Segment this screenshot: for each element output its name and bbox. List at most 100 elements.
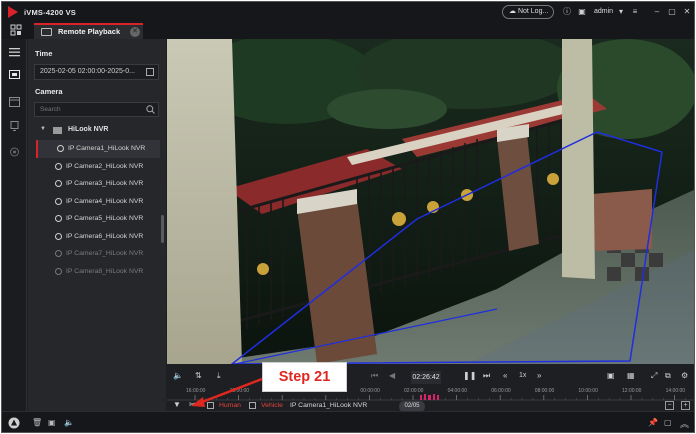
image-icon[interactable]: ▣	[577, 7, 587, 17]
step-callout: Step 21	[262, 362, 347, 392]
window-restore-icon[interactable]: ▢	[664, 418, 672, 427]
next-frame-icon[interactable]: ⏭	[483, 371, 490, 381]
filter-icon[interactable]: ▼	[173, 400, 181, 409]
login-status-button[interactable]: ☁ Not Log...	[502, 5, 554, 19]
tab-remote-playback[interactable]: Remote Playback ✕	[34, 23, 143, 39]
app-title: iVMS-4200 VS	[24, 8, 77, 17]
camera-name: IP Camera4_HiLook NVR	[66, 197, 144, 205]
caret-down-icon[interactable]: ▼	[40, 126, 46, 132]
camera-name: IP Camera2_HiLook NVR	[66, 162, 144, 170]
nvr-tree-node[interactable]: ▼ HiLook NVR	[40, 125, 160, 139]
left-rail	[2, 39, 27, 411]
camera-section-title: Camera	[35, 87, 63, 96]
timeline-bar[interactable]: 16:00:0018:00:0020:00:0022:00:0000:00:00…	[167, 386, 694, 402]
maximize-icon[interactable]: ▢	[667, 7, 677, 17]
camera-item[interactable]: IP Camera3_HiLook NVR	[36, 175, 160, 193]
tick-marks	[194, 395, 686, 400]
camera-name: IP Camera5_HiLook NVR	[66, 215, 144, 222]
fullscreen-icon[interactable]: ⤢	[651, 371, 657, 381]
tick-label: 18:00:00	[229, 388, 250, 394]
camera-item[interactable]: IP Camera8_HiLook NVR	[36, 263, 160, 281]
camera-icon	[55, 162, 62, 170]
camera-item[interactable]: IP Camera7_HiLook NVR	[36, 245, 160, 263]
settings-icon[interactable]: ⚙	[681, 371, 688, 380]
camera-name: IP Camera3_HiLook NVR	[66, 180, 144, 187]
hamburger-icon[interactable]	[9, 47, 20, 57]
adjust-icon[interactable]: ⇅	[195, 371, 202, 380]
speed-label[interactable]: 1x	[519, 372, 526, 379]
list-scrollbar[interactable]	[161, 215, 164, 243]
pin-icon[interactable]: 📌	[648, 418, 658, 427]
status-bar: 🗑 ▣ 🔈 📌 ▢ ︽	[2, 411, 694, 432]
tick-label: 14:00:00	[665, 388, 686, 394]
vehicle-checkbox[interactable]	[249, 402, 256, 409]
camera-item[interactable]: IP Camera1_HiLook NVR	[36, 140, 160, 158]
tick-label: 16:00:00	[186, 388, 206, 394]
minimize-icon[interactable]: –	[652, 7, 662, 17]
close-icon[interactable]: ✕	[682, 7, 692, 17]
split-screen-icon[interactable]: ▦	[627, 371, 635, 380]
camera-icon	[55, 215, 62, 222]
camera-icon	[55, 267, 62, 275]
layout-icon[interactable]: ▣	[607, 371, 615, 380]
tab-close-icon[interactable]: ✕	[130, 27, 140, 37]
zoom-out-icon[interactable]: −	[665, 401, 674, 410]
resource-panel: Time 2025-02-05 02:00:00-2025-0... Camer…	[28, 39, 166, 411]
video-playback-window[interactable]	[167, 39, 694, 364]
trash-icon[interactable]: 🗑	[32, 418, 42, 427]
camera-search-input[interactable]	[34, 102, 159, 117]
camera-name: IP Camera7_HiLook NVR	[66, 250, 144, 257]
filter-row: ▼ ✂ Human Vehicle IP Camera1_HiLook NVR …	[167, 400, 694, 412]
nvr-icon	[53, 127, 62, 134]
playback-rail-icon[interactable]	[9, 70, 20, 80]
camera-icon	[55, 232, 62, 240]
cloud-icon: ☁	[509, 8, 518, 15]
chevron-down-icon[interactable]: ▾	[616, 7, 626, 17]
camera-name: IP Camera8_HiLook NVR	[66, 267, 144, 275]
tick-label: 10:00:00	[578, 388, 598, 394]
login-status-text: Not Log...	[517, 8, 549, 15]
volume-icon[interactable]: 🔈	[173, 371, 183, 380]
image-icon[interactable]: ▣	[48, 418, 56, 427]
camera-list: IP Camera1_HiLook NVR IP Camera2_HiLook N…	[36, 140, 160, 280]
camera-item[interactable]: IP Camera2_HiLook NVR	[36, 158, 160, 176]
app-window: iVMS-4200 VS ☁ Not Log... ⓘ ▣ admin ▾ ≡ …	[1, 1, 695, 433]
slow-icon[interactable]: ◀	[389, 371, 395, 380]
user-menu[interactable]: admin	[594, 8, 613, 15]
time-range-field[interactable]: 2025-02-05 02:00:00-2025-0...	[34, 64, 159, 80]
time-range-value: 2025-02-05 02:00:00-2025-0...	[40, 68, 135, 75]
tick-label: 04:00:00	[447, 388, 468, 394]
settings-rail-icon[interactable]	[9, 147, 20, 157]
calendar-icon[interactable]	[146, 68, 154, 76]
camera-item[interactable]: IP Camera4_HiLook NVR	[36, 193, 160, 211]
alarm-warning-icon[interactable]	[8, 417, 20, 429]
camera-item[interactable]: IP Camera6_HiLook NVR	[36, 228, 160, 246]
selected-camera-label: IP Camera1_HiLook NVR	[290, 402, 368, 409]
rewind-icon[interactable]: «	[503, 371, 507, 380]
menu-icon[interactable]: ≡	[630, 7, 640, 17]
download-icon[interactable]: ⤓	[217, 371, 221, 381]
time-section-title: Time	[35, 49, 53, 58]
current-time: 02:26:42	[411, 371, 441, 384]
expand-up-icon[interactable]: ︽	[680, 417, 689, 430]
speaker-icon[interactable]: 🔈	[64, 418, 74, 427]
camera-icon	[55, 197, 62, 205]
info-icon[interactable]: ⓘ	[562, 7, 572, 17]
fast-forward-icon[interactable]: »	[537, 371, 541, 380]
clip-scissors-icon[interactable]: ✂	[189, 400, 196, 409]
camera-item[interactable]: IP Camera5_HiLook NVR	[36, 210, 160, 228]
title-bar: iVMS-4200 VS ☁ Not Log... ⓘ ▣ admin ▾ ≡ …	[2, 2, 694, 22]
window-icon[interactable]: ⧉	[665, 371, 671, 381]
tab-label: Remote Playback	[58, 27, 121, 36]
modules-grid-icon[interactable]	[10, 24, 22, 36]
recording-marks	[420, 394, 439, 400]
search-icon[interactable]	[146, 105, 155, 114]
human-checkbox[interactable]	[207, 402, 214, 409]
calendar-rail-icon[interactable]	[9, 97, 20, 107]
tick-label: 08:00:00	[534, 388, 555, 394]
device-rail-icon[interactable]	[9, 121, 20, 131]
prev-frame-icon[interactable]: ⏮	[371, 371, 378, 381]
hikvision-logo-icon	[8, 6, 18, 18]
zoom-in-icon[interactable]: +	[681, 401, 690, 410]
pause-icon[interactable]: ❚❚	[463, 371, 476, 380]
